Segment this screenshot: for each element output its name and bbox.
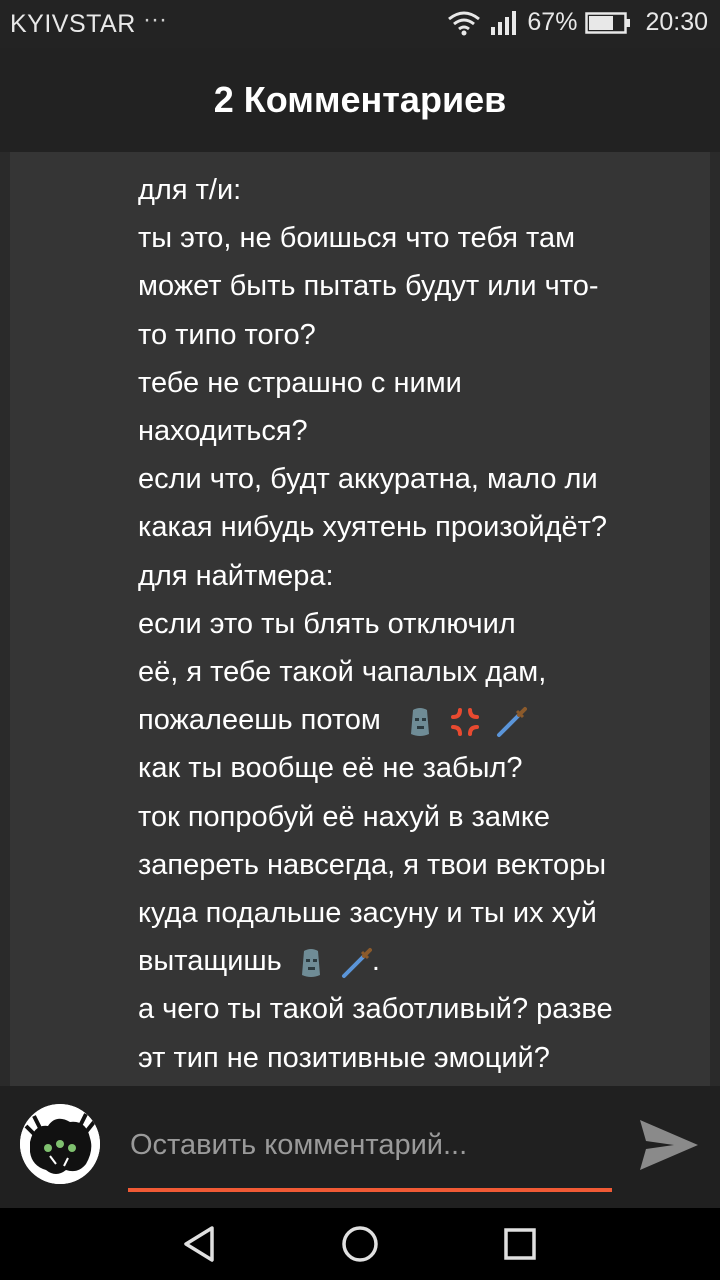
send-button[interactable] bbox=[636, 1116, 700, 1174]
clock: 20:30 bbox=[645, 8, 708, 36]
comment-line-text: вытащишь bbox=[138, 945, 282, 978]
comment-line: если что, будт аккуратна, мало ли bbox=[138, 463, 598, 496]
back-button[interactable] bbox=[180, 1224, 220, 1264]
battery-icon bbox=[585, 11, 631, 34]
comment-line: как ты вообще её не забыл? bbox=[138, 752, 523, 785]
home-icon bbox=[342, 1226, 378, 1262]
send-icon bbox=[640, 1120, 698, 1170]
comment-line-with-emoji: вытащишь . bbox=[138, 937, 698, 985]
comments-header: 2 Комментариев bbox=[0, 48, 720, 152]
comment-line: ток попробуй её нахуй в замке bbox=[138, 800, 551, 833]
comment-line: её, я тебе такой чапалых дам, bbox=[138, 656, 547, 689]
page-title: 2 Комментариев bbox=[213, 79, 507, 120]
avatar-image bbox=[20, 1104, 100, 1184]
comment-line: а чего ты такой заботливый? разве bbox=[138, 993, 613, 1026]
system-nav-bar bbox=[0, 1208, 720, 1280]
comment-line: для найтмера: bbox=[138, 559, 334, 592]
comment-line: то типо того? bbox=[138, 318, 316, 351]
dagger-emoji bbox=[341, 947, 372, 978]
status-indicators: 67% 20:30 bbox=[447, 8, 708, 37]
carrier-name: KYIVSTAR bbox=[10, 10, 136, 38]
status-bar: KYIVSTAR ··· 67% 20:30 bbox=[0, 0, 720, 48]
avatar[interactable] bbox=[20, 1104, 100, 1184]
recents-button[interactable] bbox=[500, 1224, 540, 1264]
moai-emoji bbox=[301, 948, 320, 977]
comment-input[interactable] bbox=[128, 1124, 616, 1166]
comment-line: может быть пытать будут или что- bbox=[138, 270, 599, 303]
comment-line-text: пожалеешь потом bbox=[138, 704, 381, 737]
comment-line: какая нибудь хуятень произойдёт? bbox=[138, 511, 608, 544]
comment-text: для т/и: ты это, не боишься что тебя там… bbox=[138, 166, 698, 1082]
recents-icon bbox=[504, 1228, 536, 1260]
dagger-emoji bbox=[497, 706, 528, 737]
comment-line: находиться? bbox=[138, 415, 308, 448]
comment-line-with-emoji: пожалеешь потом bbox=[138, 696, 698, 744]
comment-composer bbox=[0, 1086, 720, 1208]
moai-emoji bbox=[410, 707, 429, 736]
comment-line: тебе не страшно с ними bbox=[138, 366, 462, 399]
input-underline bbox=[128, 1188, 612, 1192]
comment-line: если это ты блять отключил bbox=[138, 607, 516, 640]
comment-line: куда подальше засуну и ты их хуй bbox=[138, 897, 597, 930]
notification-dots: ··· bbox=[143, 6, 167, 33]
comment-line: ты это, не боишься что тебя там bbox=[138, 222, 576, 255]
comment-line-suffix: . bbox=[371, 945, 380, 978]
battery-percent: 67% bbox=[527, 8, 578, 36]
back-icon bbox=[184, 1226, 214, 1262]
comment-line: запереть навсегда, я твои векторы bbox=[138, 848, 607, 881]
comment-line: для т/и: bbox=[138, 174, 242, 206]
wifi-icon bbox=[448, 11, 481, 35]
home-button[interactable] bbox=[340, 1224, 380, 1264]
signal-icon bbox=[491, 10, 517, 35]
comment-panel[interactable]: для т/и: ты это, не боишься что тебя там… bbox=[10, 152, 710, 1086]
comment-line: эт тип не позитивные эмоций? bbox=[138, 1041, 550, 1074]
anger-emoji bbox=[451, 707, 479, 736]
